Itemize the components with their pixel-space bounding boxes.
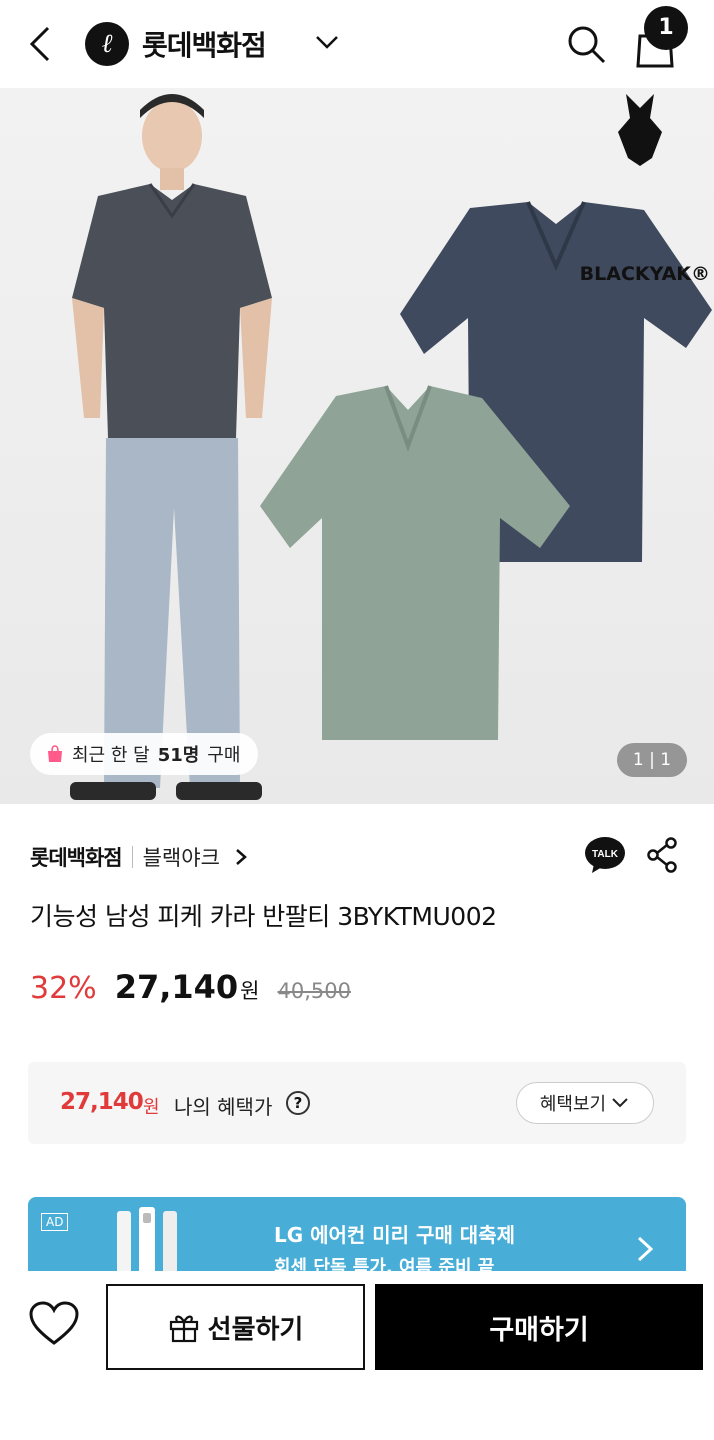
store-title[interactable]: 롯데백화점 (142, 24, 267, 64)
gift-icon (169, 1315, 198, 1343)
recent-count: 51명 (157, 745, 200, 766)
top-header: ℓ 롯데백화점 1 (0, 0, 714, 88)
gift-label: 선물하기 (207, 1314, 304, 1345)
talk-chat-icon[interactable]: TALK (584, 836, 626, 874)
currency-label: 원 (240, 979, 260, 1003)
brand-name[interactable]: 블랙야크 (143, 842, 220, 872)
view-benefits-label: 혜택보기 (539, 1094, 607, 1115)
benefit-currency: 원 (143, 1097, 160, 1118)
search-icon[interactable] (564, 22, 608, 66)
air-conditioner-image (117, 1207, 177, 1271)
brand-logo: BLACKYAK® (579, 263, 710, 285)
ad-tag: AD (41, 1213, 69, 1231)
image-pager: 1 | 1 (617, 743, 687, 777)
chevron-down-icon (612, 1098, 628, 1108)
discount-rate: 32% (30, 971, 97, 1006)
benefit-label: 나의 혜택가 (174, 1095, 273, 1119)
store-name[interactable]: 롯데백화점 (30, 842, 123, 872)
view-benefits-button[interactable]: 혜택보기 (516, 1082, 654, 1124)
shopping-bag-icon (48, 745, 62, 762)
chevron-right-icon[interactable] (635, 1235, 655, 1263)
recent-purchase-badge: 최근 한 달 51명 구매 (30, 733, 259, 775)
cart-count-badge[interactable]: 1 (644, 6, 688, 50)
ad-banner[interactable]: AD LG 에어컨 미리 구매 대축제 회센 단독 특가, 여름 준비 끝 (28, 1197, 686, 1271)
ad-headline: LG 에어컨 미리 구매 대축제 (274, 1223, 516, 1247)
price-row: 32% 27,140 원 40,500 (30, 968, 351, 1006)
chevron-down-icon[interactable] (313, 30, 341, 54)
share-icon[interactable] (645, 836, 679, 874)
original-price: 40,500 (277, 979, 351, 1003)
my-benefit-price-box: 27,140 원 나의 혜택가 ? 혜택보기 (28, 1062, 686, 1144)
heart-icon[interactable] (28, 1301, 80, 1347)
product-photo (70, 94, 712, 800)
chevron-right-icon[interactable] (234, 848, 248, 866)
product-image-carousel[interactable]: BLACKYAK® 최근 한 달 51명 구매 1 | 1 (0, 88, 714, 804)
sale-price: 27,140 (114, 968, 239, 1006)
benefit-price: 27,140 (60, 1089, 144, 1115)
recent-suffix: 구매 (207, 745, 241, 766)
help-icon[interactable]: ? (286, 1091, 310, 1115)
buy-button[interactable]: 구매하기 (375, 1284, 703, 1370)
product-title: 기능성 남성 피케 카라 반팔티 3BYKTMU002 (30, 902, 497, 931)
store-logo[interactable]: ℓ (85, 22, 129, 66)
divider (131, 846, 133, 868)
gift-button[interactable]: 선물하기 (106, 1284, 365, 1370)
recent-prefix: 최근 한 달 (72, 745, 150, 766)
bottom-action-bar: 선물하기 구매하기 (0, 1271, 714, 1440)
back-icon[interactable] (22, 22, 62, 66)
talk-label: TALK (592, 849, 619, 860)
ad-subline: 회센 단독 특가, 여름 준비 끝 (274, 1257, 495, 1271)
brand-row[interactable]: 롯데백화점 블랙야크 (30, 842, 248, 872)
